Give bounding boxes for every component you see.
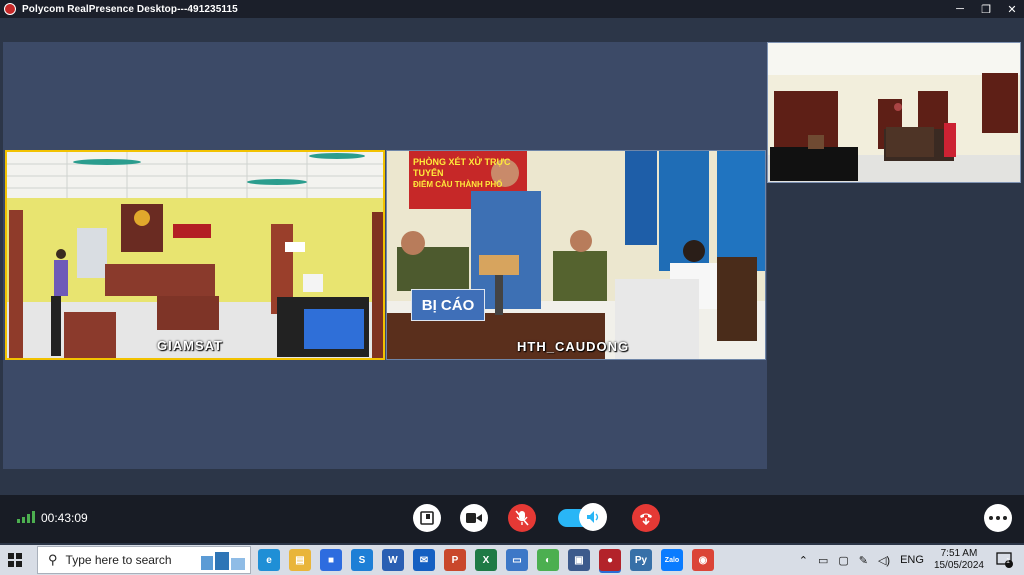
clock-time: 7:51 AM	[940, 548, 978, 559]
video-tile-giamsat[interactable]: GIAMSAT	[5, 150, 385, 360]
self-view-video[interactable]	[767, 42, 1021, 183]
taskbar-remote-app-icon[interactable]: ▣	[568, 549, 590, 571]
video-stage: GIAMSAT PHÒNG XÉT XỬ TRỰC TUYẾN ĐIỂM CẦU…	[3, 42, 767, 469]
maximize-button[interactable]: ❐	[980, 3, 992, 16]
network-icon[interactable]: ▢	[838, 554, 848, 567]
tile-label-giamsat: GIAMSAT	[157, 338, 223, 353]
hangup-button[interactable]	[632, 504, 660, 532]
speaker-button[interactable]	[579, 503, 607, 531]
search-icon: ⚲	[48, 552, 58, 567]
camera-icon	[466, 513, 482, 523]
polycom-app-icon	[4, 3, 16, 15]
search-highlight-art-icon	[201, 552, 245, 570]
tile-label-hth-caudong: HTH_CAUDONG	[517, 339, 630, 354]
taskbar-python-icon[interactable]: Py	[630, 549, 652, 571]
microphone-mute-button[interactable]	[508, 504, 536, 532]
language-indicator[interactable]: ENG	[900, 554, 924, 566]
signal-strength-icon	[17, 511, 35, 523]
notification-icon	[996, 552, 1013, 568]
notification-center-button[interactable]: 1	[996, 552, 1014, 568]
taskbar-zalo-icon[interactable]: Zalo	[661, 549, 683, 571]
show-hidden-icons-icon[interactable]: ⌃	[799, 554, 808, 567]
battery-icon[interactable]: ▭	[818, 554, 828, 567]
more-options-button[interactable]	[984, 504, 1012, 532]
camera-button[interactable]	[460, 504, 488, 532]
taskbar-mail-icon[interactable]: ✉	[413, 549, 435, 571]
hangup-icon	[640, 513, 652, 526]
courtroom-video-feed	[7, 152, 383, 358]
taskbar-window-app-icon[interactable]: ▭	[506, 549, 528, 571]
clock-date: 15/05/2024	[933, 560, 984, 571]
content-share-icon	[420, 511, 434, 525]
content-share-button[interactable]	[413, 504, 441, 532]
call-controls-bar: 00:43:09	[0, 495, 1024, 543]
stylus-icon[interactable]: ✎	[859, 554, 868, 567]
taskbar-word-icon[interactable]: W	[382, 549, 404, 571]
start-button[interactable]	[8, 553, 22, 567]
taskbar-search[interactable]: ⚲ Type here to search	[37, 546, 251, 574]
volume-icon[interactable]: ◁)	[878, 554, 890, 567]
notification-count: 1	[1006, 558, 1010, 565]
window-title: Polycom RealPresence Desktop---491235115	[22, 3, 238, 15]
taskbar-excel-icon[interactable]: X	[475, 549, 497, 571]
microphone-muted-icon	[515, 510, 529, 526]
taskbar-pinned-apps: e ▤ ■ S W ✉ P X ▭ ◐ ▣ ● Py Zalo ◉	[258, 549, 714, 571]
taskbar-polycom-icon[interactable]: ●	[599, 549, 621, 571]
banner-text: PHÒNG XÉT XỬ TRỰC TUYẾN ĐIỂM CẦU THÀNH P…	[413, 157, 511, 189]
call-duration: 00:43:09	[41, 511, 88, 525]
speaker-icon	[587, 511, 599, 523]
minimize-button[interactable]: ─	[954, 3, 966, 15]
system-tray: ⌃ ▭ ▢ ✎ ◁) ENG 7:51 AM 15/05/2024 1	[799, 545, 1024, 575]
taskbar-store-icon[interactable]: ■	[320, 549, 342, 571]
taskbar-edge-icon[interactable]: e	[258, 549, 280, 571]
close-button[interactable]: ✕	[1006, 3, 1018, 16]
taskbar-green-app-icon[interactable]: ◐	[537, 549, 559, 571]
taskbar-chrome-icon[interactable]: ◉	[692, 549, 714, 571]
taskbar-clock[interactable]: 7:51 AM 15/05/2024	[934, 548, 984, 572]
more-options-icon	[989, 516, 993, 520]
video-tile-hth-caudong[interactable]: PHÒNG XÉT XỬ TRỰC TUYẾN ĐIỂM CẦU THÀNH P…	[386, 150, 766, 360]
taskbar-powerpoint-icon[interactable]: P	[444, 549, 466, 571]
defendant-sign: BỊ CÁO	[411, 289, 485, 321]
taskbar-file-explorer-icon[interactable]: ▤	[289, 549, 311, 571]
search-placeholder: Type here to search	[65, 553, 172, 567]
self-view-feed	[768, 43, 1020, 182]
windows-taskbar: ⚲ Type here to search e ▤ ■ S W ✉ P X ▭ ◐ ▣ ● Py Zalo…	[0, 545, 1024, 575]
taskbar-skype-like-icon[interactable]: S	[351, 549, 373, 571]
title-bar: Polycom RealPresence Desktop---491235115…	[0, 0, 1024, 18]
